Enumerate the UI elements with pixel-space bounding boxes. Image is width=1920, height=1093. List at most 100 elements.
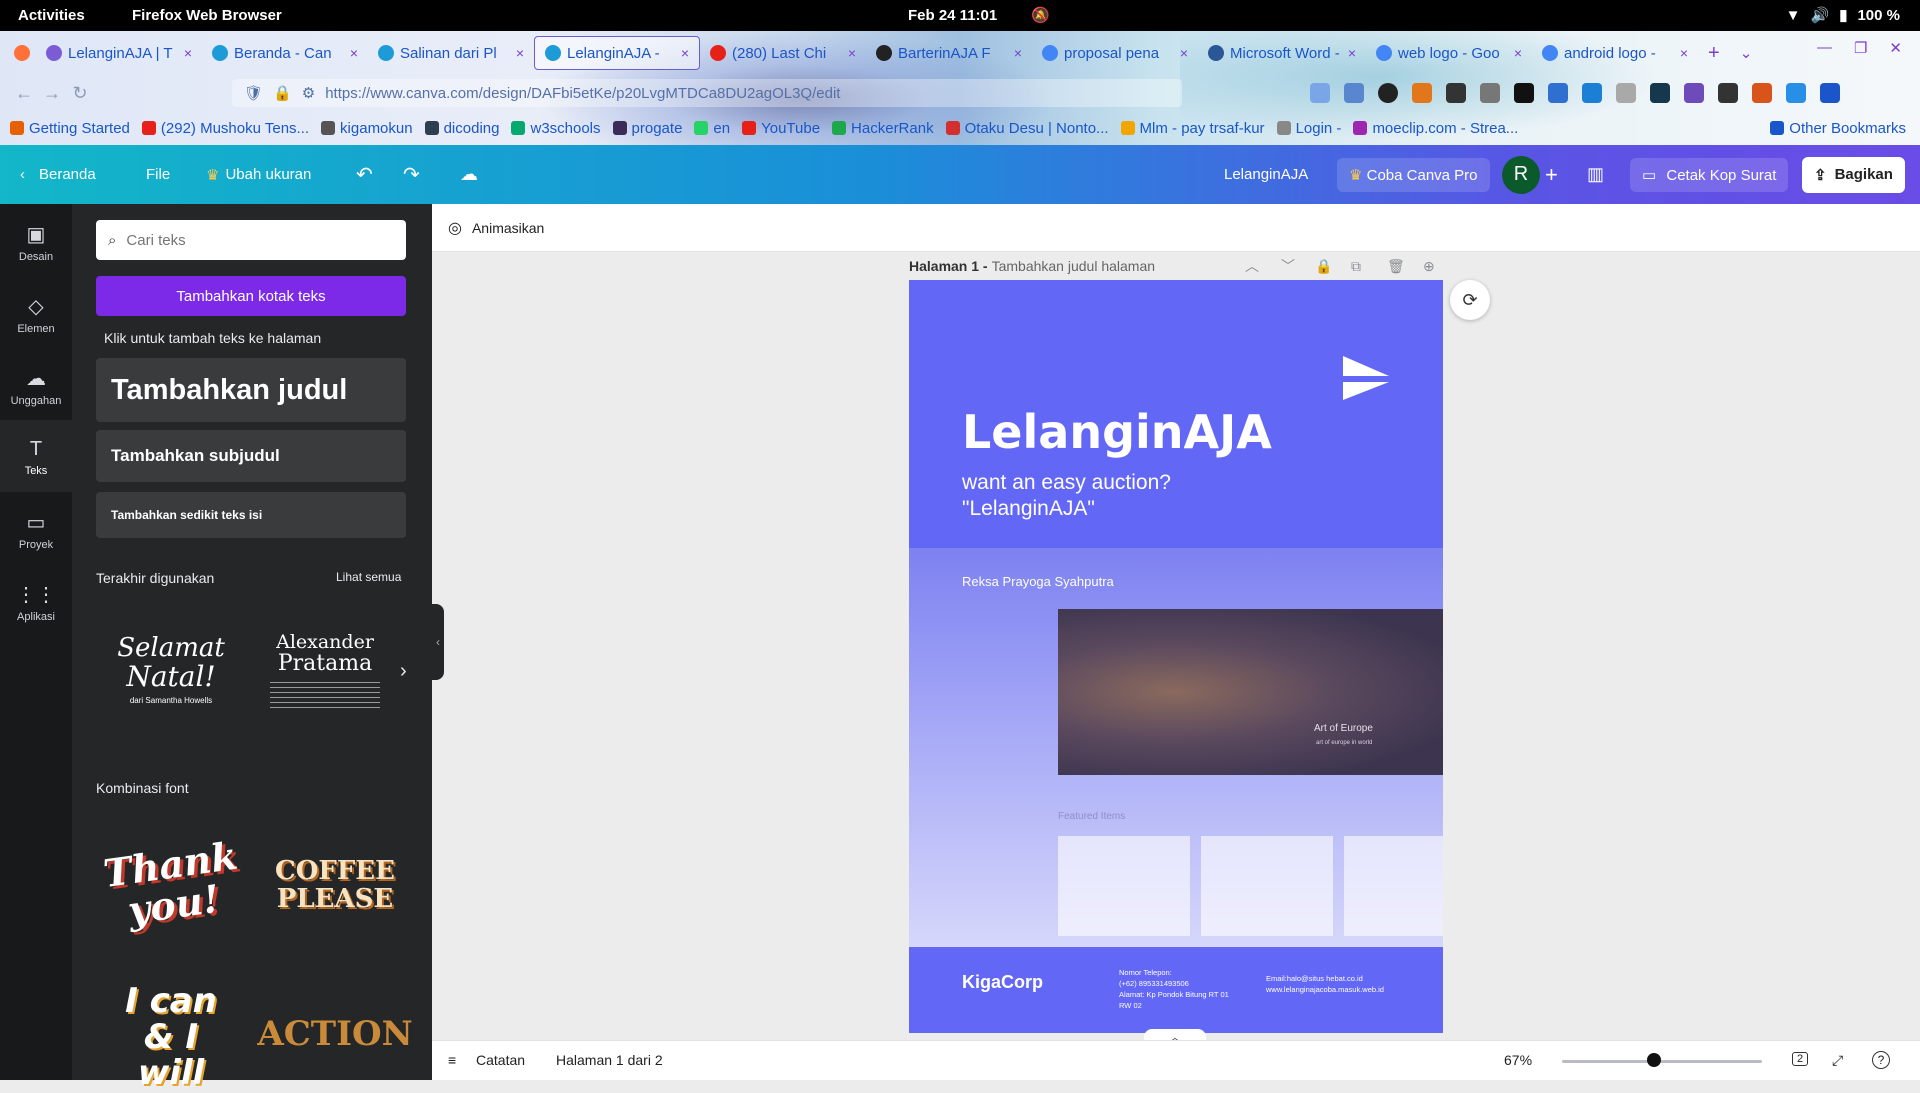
downloads-icon[interactable]	[1344, 83, 1364, 103]
design-footer[interactable]: KigaCorp Nomor Telepon: (+62) 8953314935…	[909, 947, 1443, 1033]
extension-icon[interactable]	[1514, 83, 1534, 103]
zoom-level[interactable]: 67%	[1504, 1052, 1532, 1068]
close-tab-icon[interactable]: ×	[1348, 45, 1356, 61]
active-app-label[interactable]: Firefox Web Browser	[132, 7, 282, 24]
browser-tab[interactable]: web logo - Goo ×	[1366, 36, 1532, 70]
extension-icon[interactable]	[1446, 83, 1466, 103]
close-tab-icon[interactable]: ×	[1680, 45, 1688, 61]
font-combo-thank-you[interactable]: Thank you!	[96, 826, 246, 944]
browser-tab[interactable]: android logo - ×	[1532, 36, 1698, 70]
close-tab-icon[interactable]: ×	[184, 45, 192, 61]
close-tab-icon[interactable]: ×	[1014, 45, 1022, 61]
close-tab-icon[interactable]: ×	[1180, 45, 1188, 61]
rail-item-elemen[interactable]: ◇ Elemen	[0, 276, 72, 348]
bookmark-item[interactable]: w3schools	[511, 120, 601, 137]
browser-tab[interactable]: (280) Last Chi ×	[700, 36, 866, 70]
permissions-icon[interactable]: ⚙	[302, 84, 315, 102]
extension-icon[interactable]	[1718, 83, 1738, 103]
brand-name[interactable]: KigaCorp	[962, 972, 1043, 993]
extension-icon[interactable]	[1582, 83, 1602, 103]
browser-tab[interactable]: LelanginAJA - ×	[534, 36, 700, 70]
notes-button[interactable]: Catatan	[476, 1052, 525, 1068]
zoom-slider[interactable]	[1562, 1060, 1762, 1063]
bookmark-item[interactable]: (292) Mushoku Tens...	[141, 120, 309, 137]
browser-tab[interactable]: Salinan dari Pl ×	[368, 36, 534, 70]
bookmark-item[interactable]: dicoding	[424, 120, 499, 137]
author-name[interactable]: Reksa Prayoga Syahputra	[962, 574, 1114, 589]
recent-template-letterhead[interactable]: Alexander Pratama	[260, 612, 390, 728]
hero-section[interactable]: LelanginAJA want an easy auction? "Lelan…	[909, 280, 1443, 548]
app-menu-icon[interactable]	[1820, 83, 1840, 103]
help-icon[interactable]: ?	[1872, 1051, 1890, 1069]
url-bar[interactable]: 🛡 🔒 ⚙ https://www.canva.com/design/DAFbi…	[232, 79, 1182, 107]
insights-chart-icon[interactable]: ▥	[1587, 145, 1604, 204]
rail-item-unggahan[interactable]: ☁ Unggahan	[0, 348, 72, 420]
see-all-link[interactable]: Lihat semua	[336, 570, 401, 584]
fullscreen-icon[interactable]: ⤢	[1832, 1052, 1843, 1069]
extension-icon[interactable]	[1684, 83, 1704, 103]
regenerate-icon[interactable]: ⟳	[1450, 280, 1490, 320]
back-icon[interactable]: ←	[10, 83, 38, 104]
share-button[interactable]: ⇪ Bagikan	[1802, 156, 1905, 193]
close-window-icon[interactable]: ✕	[1889, 39, 1902, 57]
carousel-next-icon[interactable]: ›	[400, 660, 407, 683]
close-tab-icon[interactable]: ×	[350, 45, 358, 61]
add-page-icon[interactable]: ⊕	[1423, 258, 1435, 275]
extension-icon[interactable]	[1378, 83, 1398, 103]
page-grid-view-button[interactable]: 2	[1792, 1052, 1809, 1066]
activities-button[interactable]: Activities	[18, 7, 85, 24]
lock-icon[interactable]: 🔒	[273, 84, 292, 102]
add-body-text-button[interactable]: Tambahkan sedikit teks isi	[96, 492, 406, 538]
extension-icon[interactable]	[1650, 83, 1670, 103]
bookmark-item[interactable]: en	[694, 120, 730, 137]
metamask-icon[interactable]	[1412, 83, 1432, 103]
close-tab-icon[interactable]: ×	[1514, 45, 1522, 61]
design-page[interactable]: LelanginAJA want an easy auction? "Lelan…	[909, 280, 1443, 1033]
page-counter[interactable]: Halaman 1 dari 2	[556, 1052, 663, 1068]
bookmark-item[interactable]: Login -	[1276, 120, 1341, 137]
font-combo-i-can-i-will[interactable]: I can & I will	[96, 983, 246, 1091]
avatar[interactable]: R	[1502, 155, 1540, 194]
rail-item-aplikasi[interactable]: ⋮⋮ Aplikasi	[0, 564, 72, 636]
try-canva-pro-button[interactable]: ♛ Coba Canva Pro	[1337, 157, 1490, 192]
reload-icon[interactable]: ↻	[66, 83, 94, 104]
tracking-shield-icon[interactable]: 🛡	[244, 84, 263, 102]
clock[interactable]: Feb 24 11:01	[908, 7, 997, 24]
maximize-window-icon[interactable]: ❐	[1854, 39, 1867, 57]
animate-button[interactable]: Animasikan	[472, 220, 544, 236]
contact-email-web[interactable]: Email:halo@situs hebat.co.id www.lelangi…	[1266, 973, 1384, 995]
bookmark-item[interactable]: Getting Started	[10, 120, 130, 137]
extension-icon[interactable]	[1786, 83, 1806, 103]
collapse-panel-handle[interactable]: ‹	[432, 604, 444, 680]
bookmark-item[interactable]: moeclip.com - Strea...	[1353, 120, 1518, 137]
other-bookmarks[interactable]: Other Bookmarks	[1770, 120, 1906, 137]
rail-item-desain[interactable]: ▣ Desain	[0, 204, 72, 276]
bookmark-item[interactable]: kigamokun	[321, 120, 413, 137]
home-button[interactable]: ‹ Beranda	[20, 145, 96, 204]
firefox-menu-icon[interactable]	[8, 36, 36, 70]
new-tab-button[interactable]: +	[1698, 36, 1730, 70]
close-tab-icon[interactable]: ×	[848, 45, 856, 61]
add-textbox-button[interactable]: Tambahkan kotak teks	[96, 276, 406, 316]
file-menu-button[interactable]: File	[146, 145, 170, 204]
duplicate-page-icon[interactable]: ⧉	[1351, 258, 1361, 275]
browser-tab[interactable]: LelanginAJA | T ×	[36, 36, 202, 70]
delete-page-icon[interactable]: 🗑	[1387, 258, 1405, 275]
redo-icon[interactable]: ↷	[403, 145, 420, 204]
animate-icon[interactable]: ◎	[448, 218, 462, 238]
extension-icon[interactable]	[1480, 83, 1500, 103]
browser-tab[interactable]: Beranda - Can ×	[202, 36, 368, 70]
list-all-tabs-icon[interactable]: ⌄	[1730, 36, 1763, 70]
extension-icon[interactable]	[1548, 83, 1568, 103]
page-title-input[interactable]: Tambahkan judul halaman	[992, 258, 1155, 274]
chevron-up-icon[interactable]: ︿	[1245, 256, 1259, 276]
search-box[interactable]: ⌕	[96, 220, 406, 260]
bookmark-item[interactable]: HackerRank	[832, 120, 934, 137]
bookmark-item[interactable]: progate	[612, 120, 682, 137]
font-combo-action[interactable]: ACTION	[257, 1004, 412, 1064]
cloud-saved-icon[interactable]: ☁	[460, 145, 478, 204]
add-subheading-button[interactable]: Tambahkan subjudul	[96, 430, 406, 482]
lock-icon[interactable]: 🔒	[1315, 258, 1332, 275]
close-tab-icon[interactable]: ×	[681, 45, 689, 61]
pocket-icon[interactable]	[1310, 83, 1330, 103]
